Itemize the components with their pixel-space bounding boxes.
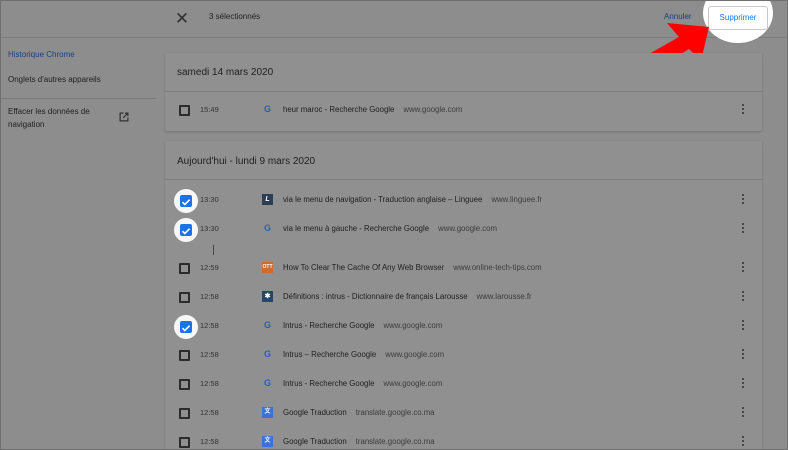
history-row[interactable]: 13:30 G via le menu à gauche - Recherche… xyxy=(165,216,762,244)
row-time: 12:58 xyxy=(200,292,219,301)
history-row[interactable]: 12:58 G Intrus - Recherche Google www.goo… xyxy=(165,371,762,399)
google-favicon-icon: G xyxy=(263,320,271,330)
more-actions-icon[interactable] xyxy=(741,262,745,274)
row-checkbox[interactable] xyxy=(179,379,190,390)
row-title[interactable]: Intrus – Recherche Google xyxy=(283,350,376,359)
history-row[interactable]: 12:58 文 Google Traduction translate.googl… xyxy=(165,400,762,428)
history-row[interactable]: 12:58 G Intrus - Recherche Google www.goo… xyxy=(165,313,762,341)
more-actions-icon[interactable] xyxy=(741,349,745,361)
row-title[interactable]: via le menu de navigation - Traduction a… xyxy=(283,195,482,204)
history-row[interactable]: 12:58 文 Google Traduction translate.googl… xyxy=(165,429,762,449)
row-time: 12:58 xyxy=(200,350,219,359)
history-group-card: Aujourd'hui - lundi 9 mars 2020 13:30 L … xyxy=(165,141,762,449)
more-actions-icon[interactable] xyxy=(741,194,745,206)
row-time: 12:58 xyxy=(200,437,219,446)
row-title-link[interactable]: Intrus – Recherche Google www.google.com xyxy=(283,350,444,359)
history-page: ✕ 3 sélectionnés Annuler Supprimer Histo… xyxy=(0,0,788,450)
more-actions-icon[interactable] xyxy=(741,104,745,116)
google-translate-favicon-icon: 文 xyxy=(262,407,273,418)
row-title[interactable]: Intrus - Recherche Google xyxy=(283,321,374,330)
row-time: 12:59 xyxy=(200,263,219,272)
row-domain: www.google.com xyxy=(403,105,463,114)
google-translate-favicon-icon: 文 xyxy=(262,436,273,447)
sidebar-item-clear-data[interactable]: Effacer les données de navigation xyxy=(8,105,90,131)
group-date-title: samedi 14 mars 2020 xyxy=(177,67,274,78)
row-time: 13:30 xyxy=(200,195,219,204)
row-title-link[interactable]: Google Traduction translate.google.co.ma xyxy=(283,408,435,417)
row-domain: www.google.com xyxy=(385,350,445,359)
row-title[interactable]: How To Clear The Cache Of Any Web Browse… xyxy=(283,263,444,272)
row-title-link[interactable]: via le menu à gauche - Recherche Google w… xyxy=(283,224,497,233)
row-domain: www.google.com xyxy=(383,321,443,330)
close-icon[interactable]: ✕ xyxy=(172,9,192,29)
clear-data-label-line2: navigation xyxy=(8,120,45,129)
more-actions-icon[interactable] xyxy=(741,223,745,235)
row-domain: translate.google.co.ma xyxy=(355,408,435,417)
google-favicon-icon: G xyxy=(263,223,271,233)
more-actions-icon[interactable] xyxy=(741,436,745,448)
row-checkbox[interactable] xyxy=(179,350,190,361)
row-title[interactable]: Définitions : intrus - Dictionnaire de f… xyxy=(283,292,468,301)
row-checkbox[interactable] xyxy=(179,292,190,303)
row-checkbox-checked[interactable] xyxy=(174,218,198,242)
more-actions-icon[interactable] xyxy=(741,407,745,419)
clear-data-label-line1: Effacer les données de xyxy=(8,107,90,116)
row-time: 15:49 xyxy=(200,105,219,114)
sidebar-item-other-devices[interactable]: Onglets d'autres appareils xyxy=(8,73,101,86)
row-title-link[interactable]: How To Clear The Cache Of Any Web Browse… xyxy=(283,263,542,272)
row-title[interactable]: heur maroc - Recherche Google xyxy=(283,105,394,114)
row-checkbox[interactable] xyxy=(179,408,190,419)
more-actions-icon[interactable] xyxy=(741,320,745,332)
row-domain: www.larousse.fr xyxy=(476,292,532,301)
history-group-card: samedi 14 mars 2020 15:49 G heur maroc -… xyxy=(165,53,762,131)
row-time: 12:58 xyxy=(200,321,219,330)
row-domain: www.online-tech-tips.com xyxy=(453,263,542,272)
history-row[interactable]: 12:58 G Intrus – Recherche Google www.goo… xyxy=(165,342,762,370)
row-title-link[interactable]: Définitions : intrus - Dictionnaire de f… xyxy=(283,292,532,301)
row-checkbox[interactable] xyxy=(179,263,190,274)
row-domain: www.google.com xyxy=(383,379,443,388)
row-title[interactable]: Google Traduction xyxy=(283,408,347,417)
row-checkbox-checked[interactable] xyxy=(174,315,198,339)
history-row[interactable]: 15:49 G heur maroc - Recherche Google www… xyxy=(165,97,762,125)
row-time: 12:58 xyxy=(200,379,219,388)
sidebar-item-chrome-history[interactable]: Historique Chrome xyxy=(8,48,75,61)
row-title[interactable]: Google Traduction xyxy=(283,437,347,446)
linguee-favicon-icon: L xyxy=(262,194,273,205)
row-title[interactable]: via le menu à gauche - Recherche Google xyxy=(283,224,429,233)
history-row[interactable]: 13:30 L via le menu de navigation - Trad… xyxy=(165,187,762,215)
row-domain: translate.google.co.ma xyxy=(355,437,435,446)
history-row[interactable]: 12:58 ✱ Définitions : intrus - Dictionna… xyxy=(165,284,762,312)
row-checkbox[interactable] xyxy=(179,437,190,448)
row-title-link[interactable]: Google Traduction translate.google.co.ma xyxy=(283,437,435,446)
larousse-favicon-icon: ✱ xyxy=(262,291,273,302)
row-checkbox[interactable] xyxy=(179,105,190,116)
row-title-link[interactable]: via le menu de navigation - Traduction a… xyxy=(283,195,542,204)
open-in-new-icon[interactable] xyxy=(118,111,130,123)
row-title-link[interactable]: Intrus - Recherche Google www.google.com xyxy=(283,379,442,388)
online-tech-tips-favicon-icon: OTT xyxy=(262,262,273,273)
text-cursor xyxy=(213,245,214,255)
row-title-link[interactable]: Intrus - Recherche Google www.google.com xyxy=(283,321,442,330)
row-time: 12:58 xyxy=(200,408,219,417)
card-divider xyxy=(165,91,762,92)
row-title[interactable]: Intrus - Recherche Google xyxy=(283,379,374,388)
row-domain: www.linguee.fr xyxy=(491,195,543,204)
row-time: 13:30 xyxy=(200,224,219,233)
google-favicon-icon: G xyxy=(263,349,271,359)
row-checkbox-checked[interactable] xyxy=(174,189,198,213)
more-actions-icon[interactable] xyxy=(741,291,745,303)
row-title-link[interactable]: heur maroc - Recherche Google www.google.… xyxy=(283,105,462,114)
selection-count: 3 sélectionnés xyxy=(209,12,261,21)
card-divider xyxy=(165,179,762,180)
sidebar: Historique Chrome Onglets d'autres appar… xyxy=(1,38,161,449)
group-date-title: Aujourd'hui - lundi 9 mars 2020 xyxy=(177,156,316,167)
google-favicon-icon: G xyxy=(263,378,271,388)
google-favicon-icon: G xyxy=(263,104,271,114)
history-row[interactable]: 12:59 OTT How To Clear The Cache Of Any … xyxy=(165,255,762,283)
sidebar-divider xyxy=(1,98,156,99)
row-domain: www.google.com xyxy=(438,224,497,233)
more-actions-icon[interactable] xyxy=(741,378,745,390)
